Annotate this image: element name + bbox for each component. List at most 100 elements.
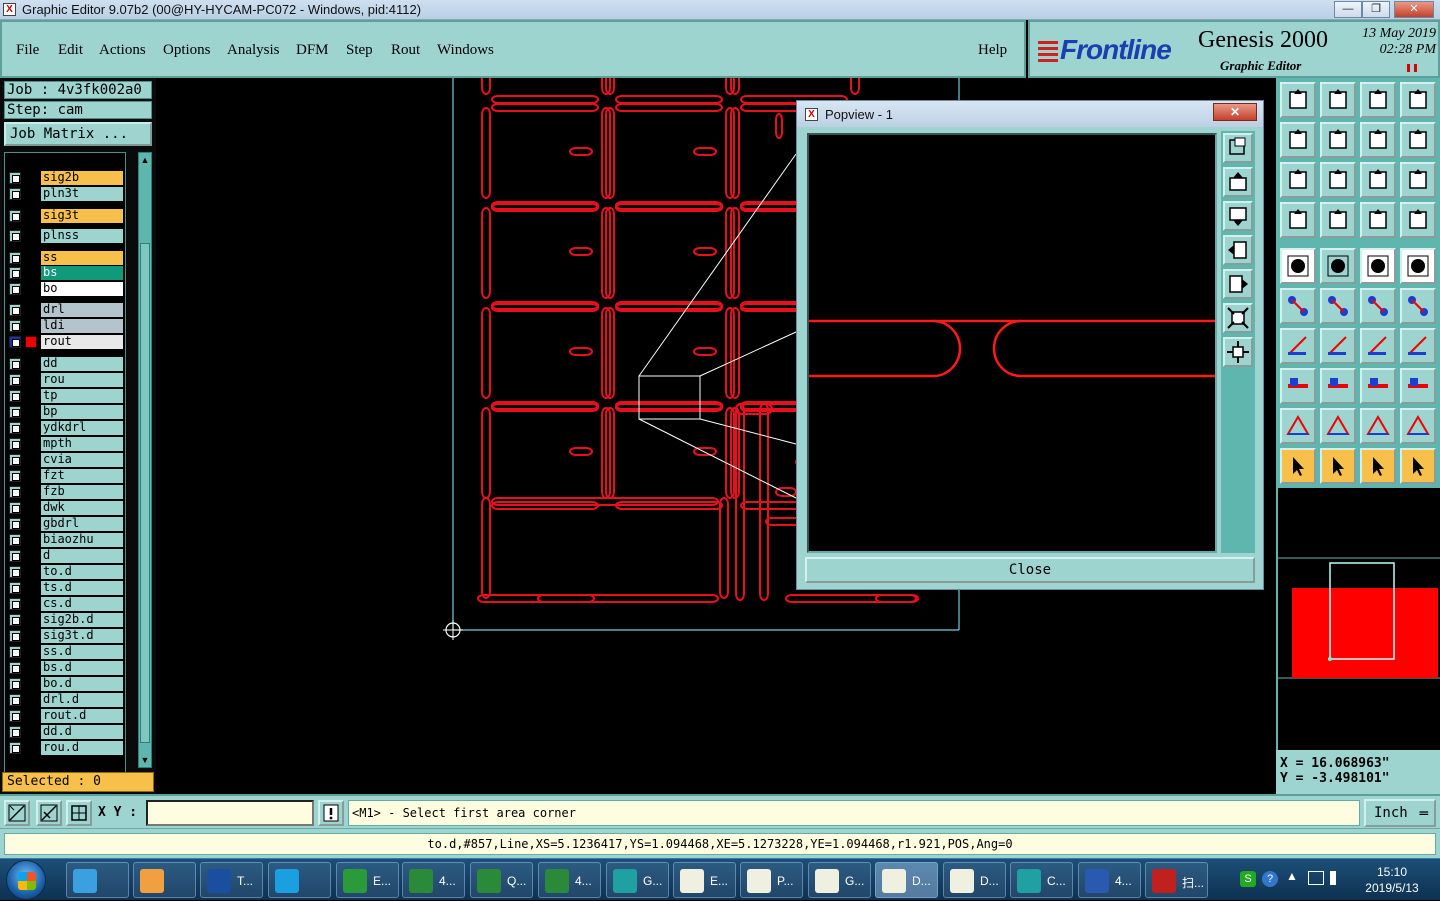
tools-icon[interactable]: [1280, 202, 1316, 238]
taskbar-task[interactable]: [133, 862, 196, 898]
layer-row-cvia[interactable]: cvia: [5, 453, 125, 467]
minimize-button[interactable]: —: [1334, 1, 1362, 18]
layer-row-cs-d[interactable]: cs.d: [5, 597, 125, 611]
tray-arrow-icon[interactable]: ▲: [1286, 869, 1298, 883]
query-icon[interactable]: [1400, 162, 1436, 198]
layer-row-dd[interactable]: dd: [5, 357, 125, 371]
popview-titlebar[interactable]: X Popview - 1 ✕: [797, 101, 1263, 127]
select-box-icon[interactable]: [1320, 448, 1356, 484]
mirror-icon[interactable]: [1400, 122, 1436, 158]
layer-checkbox[interactable]: [9, 534, 21, 546]
connect-icon[interactable]: [1280, 288, 1316, 324]
layer-name[interactable]: rou: [41, 373, 123, 387]
popview-pan-up-icon[interactable]: [1223, 167, 1253, 197]
layer-checkbox[interactable]: [9, 252, 21, 264]
layer-checkbox[interactable]: [9, 550, 21, 562]
layer-row-fzb[interactable]: fzb: [5, 485, 125, 499]
layer-row-bs-d[interactable]: bs.d: [5, 661, 125, 675]
taskbar-task[interactable]: [268, 862, 331, 898]
volume-icon[interactable]: [1330, 871, 1342, 885]
measure-a-icon[interactable]: [1280, 408, 1316, 444]
layer-row-sig3t[interactable]: sig3t: [5, 209, 125, 223]
layer-checkbox[interactable]: [9, 518, 21, 530]
maximize-button[interactable]: ❐: [1362, 1, 1390, 18]
popview-pan-left-icon[interactable]: [1223, 235, 1253, 265]
layer-checkbox[interactable]: [9, 283, 21, 295]
menu-analysis[interactable]: Analysis: [227, 42, 280, 59]
layer-checkbox[interactable]: [9, 358, 21, 370]
layer-name[interactable]: sig3t: [41, 209, 123, 223]
start-button[interactable]: [6, 860, 46, 900]
taskbar-task[interactable]: E...: [336, 862, 399, 898]
layer-row-drl-d[interactable]: drl.d: [5, 693, 125, 707]
layer-name[interactable]: d: [41, 549, 123, 563]
redo-icon[interactable]: [1320, 122, 1356, 158]
layer-checkbox[interactable]: [9, 267, 21, 279]
layer-checkbox[interactable]: [9, 438, 21, 450]
layer-row-sig3t-d[interactable]: sig3t.d: [5, 629, 125, 643]
layer-row-bo-d[interactable]: bo.d: [5, 677, 125, 691]
taskbar-task[interactable]: 4...: [538, 862, 601, 898]
layer-row-biaozhu[interactable]: biaozhu: [5, 533, 125, 547]
popview-close-x-button[interactable]: ✕: [1213, 103, 1257, 121]
layer-checkbox[interactable]: [9, 646, 21, 658]
layer-checkbox[interactable]: [9, 678, 21, 690]
taskbar-task[interactable]: [66, 862, 129, 898]
layer-row-rou-d[interactable]: rou.d: [5, 741, 125, 755]
layer-name[interactable]: bs: [41, 266, 123, 280]
layer-checkbox[interactable]: [9, 630, 21, 642]
tray-app-icon[interactable]: S: [1240, 871, 1256, 887]
taskbar-task[interactable]: 4...: [1078, 862, 1141, 898]
layer-checkbox[interactable]: [9, 406, 21, 418]
layer-name[interactable]: fzt: [41, 469, 123, 483]
layer-row-bo[interactable]: bo: [5, 282, 125, 296]
layer-checkbox[interactable]: [9, 230, 21, 242]
alert-icon[interactable]: [318, 800, 344, 826]
layer-scrollbar[interactable]: ▲ ▼: [138, 152, 152, 768]
layer-name[interactable]: bs.d: [41, 661, 123, 675]
layer-name[interactable]: biaozhu: [41, 533, 123, 547]
layer-row-tp[interactable]: tp: [5, 389, 125, 403]
layer-row-ldi[interactable]: ldi: [5, 319, 125, 333]
layer-name[interactable]: bp: [41, 405, 123, 419]
move-point-icon[interactable]: [1360, 288, 1396, 324]
add-shape-icon[interactable]: [1320, 248, 1356, 284]
layer-checkbox[interactable]: [9, 470, 21, 482]
open-step-icon[interactable]: [1280, 82, 1316, 118]
popview-pan-down-icon[interactable]: [1223, 201, 1253, 231]
taskbar-task[interactable]: D...: [943, 862, 1006, 898]
layer-name[interactable]: bo: [41, 282, 123, 296]
layer-row-sig2b-d[interactable]: sig2b.d: [5, 613, 125, 627]
layer-checkbox[interactable]: [9, 320, 21, 332]
layer-checkbox[interactable]: [9, 582, 21, 594]
layer-checkbox[interactable]: [9, 662, 21, 674]
select-arrow-icon[interactable]: [1280, 448, 1316, 484]
layer-name[interactable]: ydkdrl: [41, 421, 123, 435]
layer-name[interactable]: ss.d: [41, 645, 123, 659]
undo-icon[interactable]: [1280, 122, 1316, 158]
layer-row-rout-d[interactable]: rout.d: [5, 709, 125, 723]
taskbar-task[interactable]: E...: [673, 862, 736, 898]
layer-row-sig2b[interactable]: sig2b: [5, 171, 125, 185]
layer-row-ydkdrl[interactable]: ydkdrl: [5, 421, 125, 435]
taskbar-task[interactable]: Q...: [470, 862, 533, 898]
home-icon[interactable]: [1360, 82, 1396, 118]
layer-checkbox[interactable]: [9, 454, 21, 466]
layer-row-dd-d[interactable]: dd.d: [5, 725, 125, 739]
layer-name[interactable]: dd.d: [41, 725, 123, 739]
layer-checkbox[interactable]: [9, 422, 21, 434]
layer-name[interactable]: cvia: [41, 453, 123, 467]
close-window-button[interactable]: ✕: [1394, 1, 1434, 18]
help-tray-icon[interactable]: ?: [1262, 871, 1278, 887]
layer-name[interactable]: fzb: [41, 485, 123, 499]
scale-1-2-icon[interactable]: [1360, 162, 1396, 198]
pad-icon[interactable]: [1280, 248, 1316, 284]
menu-step[interactable]: Step: [346, 42, 373, 59]
layer-name[interactable]: ss: [41, 251, 123, 265]
layer-name[interactable]: rou.d: [41, 741, 123, 755]
menu-help[interactable]: Help: [978, 42, 1007, 59]
ruler-icon[interactable]: [1360, 248, 1396, 284]
layer-name[interactable]: ldi: [41, 319, 123, 333]
layer-name[interactable]: cs.d: [41, 597, 123, 611]
scroll-down-icon[interactable]: ▼: [140, 755, 150, 765]
